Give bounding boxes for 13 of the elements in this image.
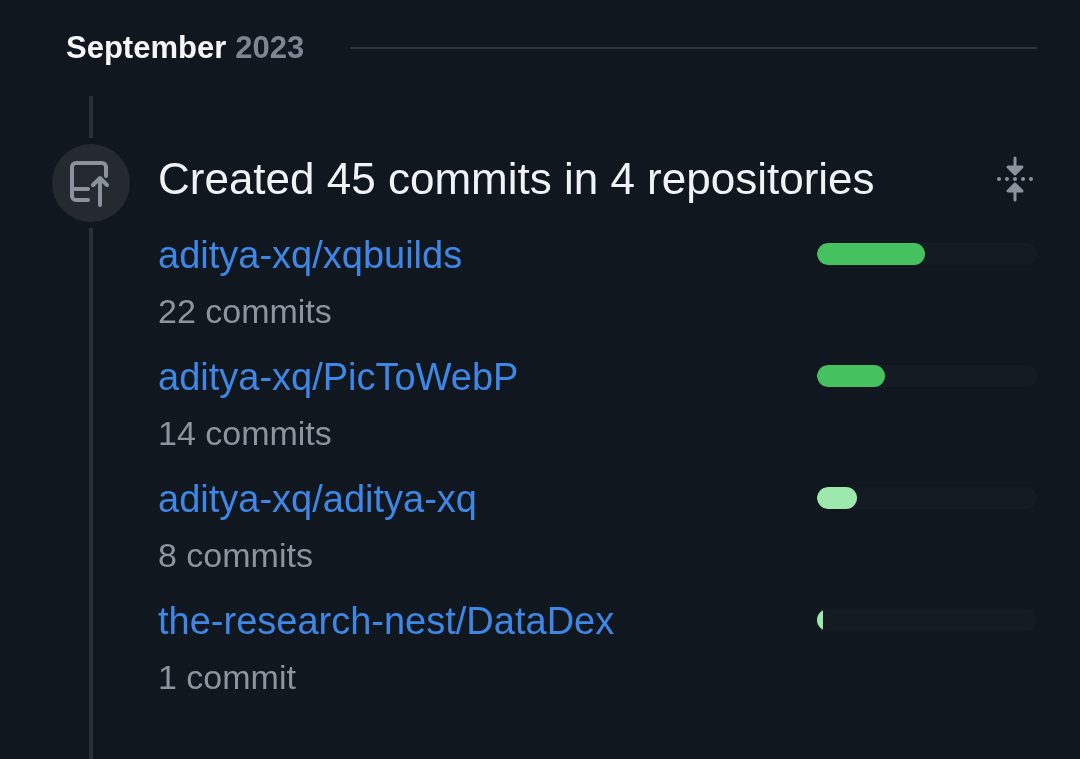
collapse-icon[interactable] [995,156,1035,202]
repository-link[interactable]: the-research-nest/DataDex [158,599,615,643]
commit-count: 22 commits [158,291,332,332]
repository-link[interactable]: aditya-xq/PicToWebP [158,355,519,399]
activity-title: Created 45 commits in 4 repositories [158,153,876,205]
repository-link[interactable]: aditya-xq/xqbuilds [158,233,463,277]
commit-count: 8 commits [158,535,313,576]
commit-count: 1 commit [158,657,296,698]
commit-count: 14 commits [158,413,332,454]
repository-link[interactable]: aditya-xq/aditya-xq [158,477,477,521]
month-label: September [66,30,227,66]
box-arrow-up-icon [52,144,130,222]
year-label: 2023 [235,30,305,66]
